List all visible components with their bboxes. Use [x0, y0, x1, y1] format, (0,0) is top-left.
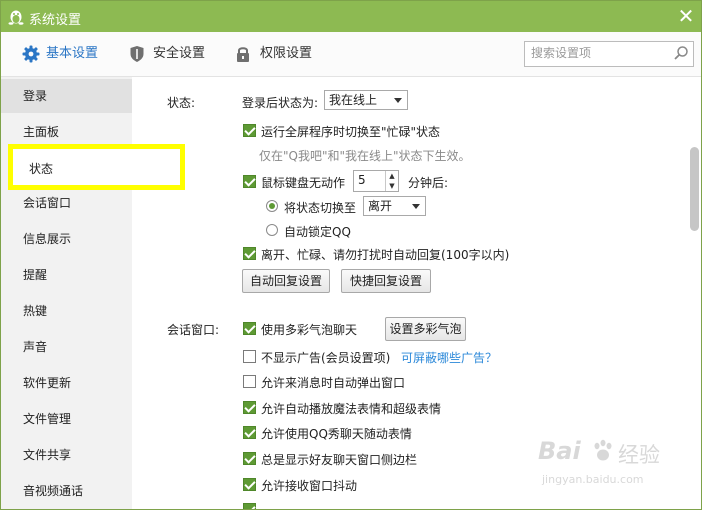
tab-basic-settings[interactable]: 基本设置 [22, 45, 102, 63]
qq-show-emote-label: 允许使用QQ秀聊天随动表情 [261, 427, 412, 441]
login-status-label: 登录后状态为: [242, 96, 319, 110]
scrollbar-thumb[interactable] [690, 147, 699, 231]
content-scrollbar[interactable] [688, 77, 701, 509]
sidebar-item-av-call[interactable]: 音视频通话 [1, 474, 132, 508]
settings-toolbar: 基本设置 安全设置 权限设置 [1, 32, 701, 77]
sidebar-always-label: 总是显示好友聊天窗口侧边栏 [261, 453, 418, 467]
sidebar-item-sound[interactable]: 声音 [1, 330, 132, 364]
tab-permission-settings-label: 权限设置 [260, 46, 313, 61]
idle-minutes-value: 5 [358, 173, 366, 187]
auto-reply-checkbox[interactable] [243, 247, 256, 260]
paw-icon [594, 439, 612, 461]
bubble-settings-button[interactable]: 设置多彩气泡 [385, 317, 466, 341]
fullscreen-busy-label: 运行全屏程序时切换至"忙碌"状态 [261, 125, 441, 139]
switch-status-label: 将状态切换至 [284, 201, 357, 215]
window-title: 系统设置 [29, 13, 82, 28]
baidu-watermark: Bai 经验 jingyan.baidu.com [536, 435, 686, 495]
settings-window: 系统设置 ✕ 基本设置 安全设置 权限设置 搜索设置项 登录 主面板 会话窗口 … [0, 0, 702, 510]
sidebar-item-reminder[interactable]: 提醒 [1, 258, 132, 292]
partial-option-checkbox[interactable] [243, 503, 256, 509]
auto-reply-label: 离开、忙碌、请勿打扰时自动回复(100字以内) [261, 248, 510, 262]
tab-security-settings[interactable]: 安全设置 [129, 45, 209, 63]
auto-popup-checkbox[interactable] [243, 375, 256, 388]
sidebar-item-software-update[interactable]: 软件更新 [1, 366, 132, 400]
chevron-down-icon [394, 98, 402, 103]
chevron-down-icon [412, 204, 420, 209]
auto-popup-label: 允许来消息时自动弹出窗口 [261, 376, 406, 390]
shield-icon [130, 46, 144, 62]
sidebar-item-login[interactable]: 登录 [1, 79, 132, 113]
no-ads-checkbox[interactable] [243, 350, 256, 363]
watermark-brand: Bai [538, 437, 581, 465]
blockable-ads-link[interactable]: 可屏蔽哪些广告？ [401, 349, 497, 366]
watermark-url: jingyan.baidu.com [542, 473, 644, 486]
close-button[interactable]: ✕ [671, 1, 701, 32]
settings-sidebar: 登录 主面板 状态 会话窗口 信息展示 提醒 热键 声音 软件更新 文件管理 文… [1, 77, 132, 509]
idle-minutes-stepper[interactable]: 5 ▲ ▼ [353, 170, 399, 192]
window-shake-checkbox[interactable] [243, 478, 256, 491]
magic-emoticon-checkbox[interactable] [243, 401, 256, 414]
bubble-checkbox[interactable] [243, 322, 256, 335]
auto-reply-settings-button[interactable]: 自动回复设置 [242, 269, 330, 293]
idle-checkbox[interactable] [243, 175, 256, 188]
switch-status-select[interactable]: 离开 [363, 196, 426, 216]
watermark-brand-tail: 经验 [618, 443, 660, 467]
highlighted-status-label: 状态 [29, 162, 54, 176]
search-input[interactable] [525, 42, 666, 64]
sidebar-item-file-management[interactable]: 文件管理 [1, 402, 132, 436]
sidebar-item-hotkeys[interactable]: 热键 [1, 294, 132, 328]
bubble-label: 使用多彩气泡聊天 [261, 323, 358, 337]
auto-lock-label: 自动锁定QQ [284, 225, 351, 239]
qq-show-emote-checkbox[interactable] [243, 426, 256, 439]
tab-basic-settings-label: 基本设置 [46, 46, 99, 61]
fullscreen-busy-hint: 仅在"Q我吧"和"我在线上"状态下生效。 [259, 149, 471, 163]
sidebar-item-file-sharing[interactable]: 文件共享 [1, 438, 132, 472]
window-shake-label: 允许接收窗口抖动 [261, 479, 358, 493]
tab-permission-settings[interactable]: 权限设置 [235, 45, 315, 63]
qq-penguin-icon [8, 10, 24, 25]
switch-status-value: 离开 [368, 199, 393, 213]
close-icon: ✕ [677, 4, 695, 28]
settings-search [524, 41, 694, 67]
status-section-heading: 状态: [167, 96, 196, 110]
gear-icon [22, 45, 40, 63]
lock-icon [237, 47, 249, 62]
fullscreen-busy-checkbox[interactable] [243, 124, 256, 137]
tab-security-settings-label: 安全设置 [153, 46, 206, 61]
no-ads-label: 不显示广告(会员设置项) [261, 351, 391, 365]
sidebar-item-info-display[interactable]: 信息展示 [1, 222, 132, 256]
session-section-heading: 会话窗口: [167, 323, 220, 337]
quick-reply-settings-button[interactable]: 快捷回复设置 [341, 269, 431, 293]
search-icon[interactable] [673, 45, 689, 61]
sidebar-item-session-window[interactable]: 会话窗口 [1, 186, 132, 220]
login-status-value: 我在线上 [329, 93, 378, 107]
idle-label: 鼠标键盘无动作 [261, 176, 346, 190]
title-bar: 系统设置 ✕ [1, 1, 701, 32]
idle-suffix: 分钟后: [408, 176, 449, 190]
stepper-down-icon[interactable]: ▼ [385, 181, 398, 191]
stepper-up-icon[interactable]: ▲ [385, 171, 398, 181]
magic-emoticon-label: 允许自动播放魔法表情和超级表情 [261, 402, 442, 416]
login-status-select[interactable]: 我在线上 [324, 90, 408, 110]
auto-lock-radio[interactable] [266, 224, 278, 236]
sidebar-always-checkbox[interactable] [243, 452, 256, 465]
switch-status-radio[interactable] [266, 200, 278, 212]
